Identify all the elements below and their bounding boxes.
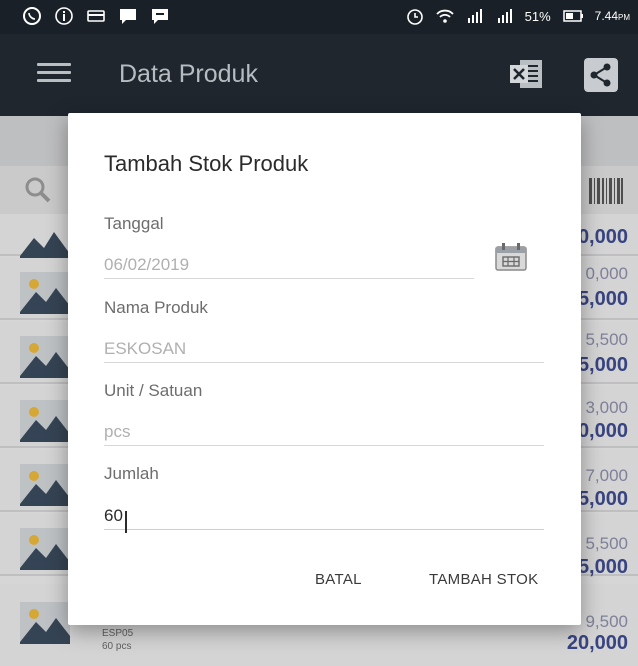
message-icon <box>120 9 136 24</box>
calendar-icon[interactable] <box>494 242 528 272</box>
cancel-button[interactable]: BATAL <box>315 571 362 588</box>
tanggal-label: Tanggal <box>104 214 164 233</box>
whatsapp-icon <box>23 7 41 25</box>
alarm-icon <box>406 9 423 25</box>
clock: 7.44PM <box>594 9 630 23</box>
info-icon <box>55 7 73 25</box>
add-stock-dialog: Tambah Stok Produk Tanggal Nama Produk U… <box>68 113 581 625</box>
nama-produk-label: Nama Produk <box>104 298 208 317</box>
tanggal-field[interactable] <box>104 251 474 279</box>
add-stock-button[interactable]: TAMBAH STOK <box>429 571 538 588</box>
notification-icons <box>22 6 170 26</box>
chat-icon <box>152 9 168 24</box>
jumlah-label: Jumlah <box>104 464 159 483</box>
text-cursor <box>125 511 127 533</box>
dialog-title: Tambah Stok Produk <box>104 151 309 176</box>
jumlah-field[interactable] <box>104 502 544 530</box>
system-icons: 51% 7.44PM <box>405 6 630 26</box>
status-bar: 51% 7.44PM <box>0 0 638 34</box>
nama-produk-field[interactable] <box>104 335 544 363</box>
menu-icon <box>37 63 71 66</box>
share-icon[interactable] <box>584 58 618 92</box>
card-icon <box>87 10 105 22</box>
menu-button[interactable] <box>37 58 71 92</box>
unit-field[interactable] <box>104 418 544 446</box>
signal-2-icon <box>497 9 512 23</box>
app-bar: Data Produk <box>0 34 638 116</box>
excel-export-icon[interactable] <box>506 56 546 92</box>
wifi-icon <box>435 9 454 23</box>
battery-percent: 51% <box>524 8 551 24</box>
battery-icon <box>562 10 583 22</box>
page-title: Data Produk <box>119 60 258 88</box>
signal-icon <box>467 9 482 23</box>
unit-label: Unit / Satuan <box>104 381 203 400</box>
